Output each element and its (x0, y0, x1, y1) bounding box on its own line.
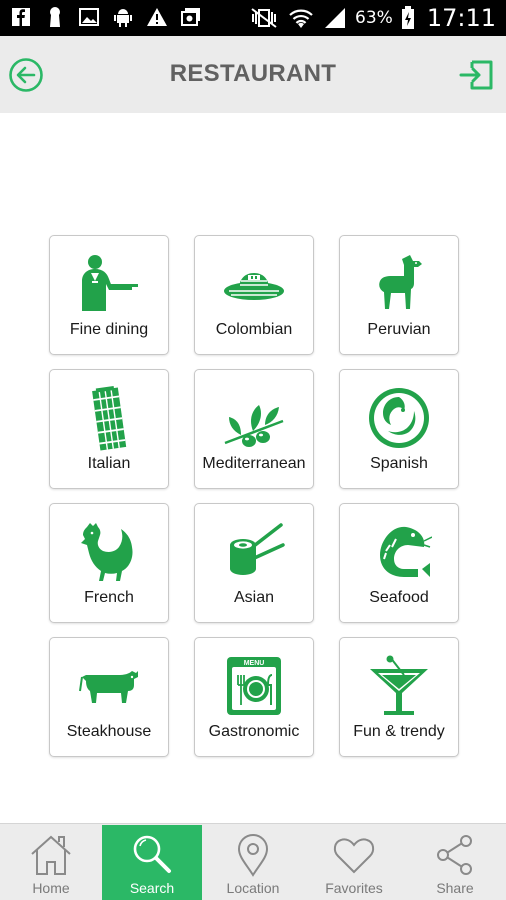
nav-search[interactable]: Search (102, 825, 202, 900)
nav-label: Favorites (325, 880, 383, 896)
app-header: RESTAURANT (0, 36, 506, 113)
warning-icon (146, 6, 168, 28)
category-label: Seafood (369, 589, 429, 606)
nav-label: Home (32, 880, 70, 896)
keyhole-icon (44, 6, 66, 28)
location-pin-icon (237, 834, 269, 877)
category-label: Gastronomic (208, 723, 300, 740)
category-gastronomic[interactable]: MENU Gastronomic (194, 637, 314, 757)
heart-icon (333, 838, 375, 874)
photos-icon (180, 6, 202, 28)
olive-branch-icon (224, 405, 284, 447)
image-icon (78, 6, 100, 28)
nav-home[interactable]: Home (1, 825, 101, 900)
category-italian[interactable]: Italian (49, 369, 169, 489)
cow-icon (79, 671, 138, 703)
svg-text:MENU: MENU (244, 660, 265, 667)
shrimp-icon (380, 526, 432, 577)
category-label: Colombian (215, 321, 293, 338)
home-icon (31, 835, 71, 875)
page-title: RESTAURANT (169, 60, 337, 87)
menu-plate-icon: MENU (227, 657, 281, 715)
category-fine-dining[interactable]: Fine dining (49, 235, 169, 355)
category-grid: Fine dining Colombian Peruvian Italian M… (49, 235, 459, 757)
category-spanish[interactable]: Spanish (339, 369, 459, 489)
battery-charging-icon (401, 6, 414, 29)
category-label: Steakhouse (66, 723, 152, 740)
android-icon (112, 6, 134, 28)
sombrero-icon (224, 273, 284, 300)
category-peruvian[interactable]: Peruvian (339, 235, 459, 355)
bottom-navigation: Home Search Location Favorites Share (0, 823, 506, 900)
category-asian[interactable]: Asian (194, 503, 314, 623)
search-icon (133, 835, 171, 873)
wifi-icon (289, 9, 313, 28)
category-steakhouse[interactable]: Steakhouse (49, 637, 169, 757)
category-label: French (84, 589, 134, 606)
logout-icon (459, 60, 493, 90)
category-french[interactable]: French (49, 503, 169, 623)
rooster-icon (81, 523, 133, 581)
status-notifications (10, 6, 202, 28)
clock: 17:11 (426, 4, 496, 32)
nav-label: Search (129, 880, 175, 896)
pisa-tower-icon (92, 386, 127, 451)
logout-button[interactable] (458, 56, 496, 94)
category-label: Peruvian (367, 321, 431, 338)
category-label: Italian (87, 455, 131, 472)
status-system: 63% 17:11 (249, 4, 496, 32)
nav-location[interactable]: Location (203, 825, 303, 900)
category-label: Mediterranean (202, 455, 306, 472)
category-label: Fun & trendy (353, 723, 445, 740)
signal-icon (325, 8, 346, 28)
spanish-emblem-icon (369, 388, 429, 448)
nav-favorites[interactable]: Favorites (304, 825, 404, 900)
category-label: Fine dining (69, 321, 149, 338)
category-label: Asian (233, 589, 275, 606)
battery-percent: 63% (355, 8, 393, 28)
waiter-icon (82, 255, 138, 311)
category-label: Spanish (370, 455, 428, 472)
sushi-chopsticks-icon (230, 523, 285, 575)
vibrate-mute-icon (251, 8, 277, 28)
share-icon (437, 835, 472, 875)
nav-label: Share (436, 880, 474, 896)
facebook-icon (10, 6, 32, 28)
llama-icon (379, 255, 422, 309)
status-bar: 63% 17:11 (0, 0, 506, 36)
cocktail-icon (370, 655, 428, 715)
category-mediterranean[interactable]: Mediterranean (194, 369, 314, 489)
nav-share[interactable]: Share (405, 825, 505, 900)
category-colombian[interactable]: Colombian (194, 235, 314, 355)
category-seafood[interactable]: Seafood (339, 503, 459, 623)
category-fun-trendy[interactable]: Fun & trendy (339, 637, 459, 757)
nav-label: Location (226, 880, 280, 896)
